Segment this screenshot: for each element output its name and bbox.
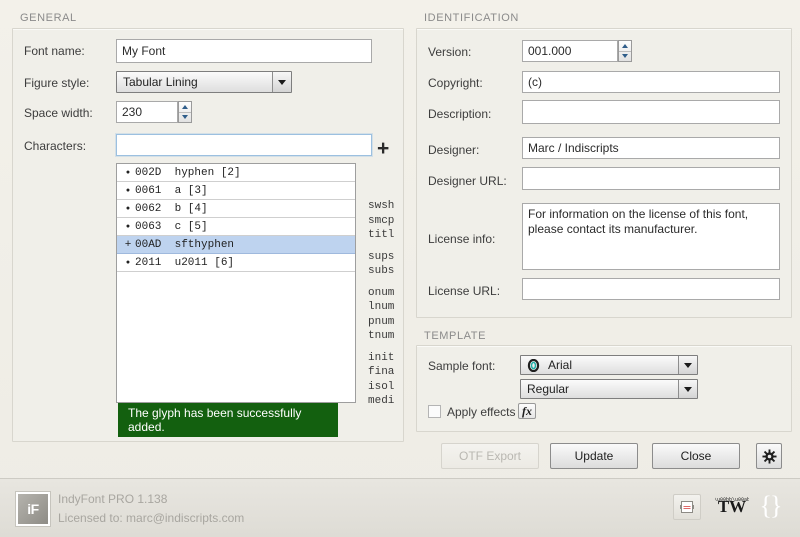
add-glyph-button[interactable]: + [377,138,389,159]
stepper-down-icon[interactable] [619,52,631,62]
glyph-list-item-label: 0061 a [3] [135,184,208,197]
font-name-label: Font name: [24,44,85,58]
product-version-text: IndyFont PRO 1.138 [58,492,168,506]
figure-style-value: Tabular Lining [123,75,198,89]
version-input[interactable] [522,40,618,62]
designer-label: Designer: [428,143,480,157]
glyph-list-item-label: 00AD sfthyphen [135,238,235,251]
feature-tag: onum [368,286,395,299]
glyph-list-item-label: 0063 c [5] [135,220,208,233]
glyph-list[interactable]: ● 002D hyphen [2] ● 0061 a [3] ● 0062 b [4] ● 0… [116,163,356,403]
effects-button[interactable]: fx [518,403,536,419]
sample-style-select[interactable]: Regular [520,379,698,399]
close-button[interactable]: Close [652,443,740,469]
section-title-template: TEMPLATE [424,330,487,342]
opentype-font-icon [526,358,540,372]
license-text: Licensed to: marc@indiscripts.com [58,511,245,525]
glyph-list-item[interactable]: ● 0061 a [3] [117,182,355,200]
feature-tag: swsh [368,200,395,212]
gear-icon [761,448,777,464]
feature-tag-column: swsh smcp titl sups subs onum lnum pnum tnum init… [368,199,394,409]
feature-tag: titl [368,229,395,241]
glyph-list-item[interactable]: +00AD sfthyphen [117,236,355,254]
license-url-input[interactable] [522,278,780,300]
section-title-general: GENERAL [20,12,77,24]
braces-icon[interactable]: {} [757,492,783,520]
characters-input[interactable] [116,134,372,156]
space-width-label: Space width: [24,106,93,120]
space-width-input[interactable] [116,101,178,123]
figure-style-select[interactable]: Tabular Lining [116,71,292,93]
sample-font-value: Arial [548,358,573,372]
license-url-label: License URL: [428,284,501,298]
stepper-down-icon[interactable] [179,113,191,123]
feature-tag: fina [368,366,395,378]
svg-text:\u00ab\u00bb\u00ab\u00bb: \u00ab\u00bb\u00ab\u00bb [715,497,749,503]
feature-tag: smcp [368,214,395,227]
feature-tag: tnum [368,330,395,342]
indyfont-logo: iF [16,492,50,526]
chevron-down-icon [678,380,697,398]
figure-style-label: Figure style: [24,76,90,90]
script-panel-icon[interactable] [673,494,701,520]
update-button[interactable]: Update [550,443,638,469]
otf-export-button[interactable]: OTF Export [441,443,539,469]
feature-tag-separator [368,279,394,286]
glyph-list-item[interactable]: ● 0062 b [4] [117,200,355,218]
description-label: Description: [428,107,492,121]
stepper-up-icon[interactable] [619,41,631,52]
sample-font-select[interactable]: Arial [520,355,698,375]
pending-marker-icon: + [124,238,132,251]
copyright-label: Copyright: [428,76,483,90]
stepper-up-icon[interactable] [179,102,191,113]
indyfont-window: GENERAL Font name: Figure style: Tabular… [0,0,800,537]
feature-tag-separator [368,344,394,351]
glyph-list-item[interactable]: ● 2011 u2011 [6] [117,254,355,272]
license-info-label: License info: [428,232,496,246]
feature-tag: lnum [368,301,395,313]
bullet-icon: ● [125,222,131,231]
indiscripts-tw-logo[interactable]: TW \u00ab\u00bb\u00ab\u00bb [715,494,749,518]
bullet-icon: ● [125,258,131,267]
bullet-icon: ● [125,186,131,195]
apply-effects-checkbox[interactable] [428,405,441,418]
chevron-down-icon [678,356,697,374]
status-message: The glyph has been successfully added. [118,403,338,437]
glyph-list-item-label: 2011 u2011 [6] [135,256,235,269]
space-width-stepper[interactable] [178,101,192,123]
feature-tag: sups [368,250,395,263]
apply-effects-label: Apply effects [447,405,516,419]
version-stepper[interactable] [618,40,632,62]
designer-url-label: Designer URL: [428,174,507,188]
font-name-input[interactable] [116,39,372,63]
feature-tag: subs [368,265,395,277]
glyph-list-item-label: 0062 b [4] [135,202,208,215]
version-label: Version: [428,45,472,59]
characters-label: Characters: [24,139,87,153]
sample-font-label: Sample font: [428,359,496,373]
braces-glyph: {} [759,491,783,520]
bullet-icon: ● [125,168,131,177]
glyph-list-item-label: 002D hyphen [2] [135,166,241,179]
bullet-icon: ● [125,204,131,213]
glyph-list-item[interactable]: ● 0063 c [5] [117,218,355,236]
feature-tag: init [368,351,395,364]
copyright-input[interactable] [522,71,780,93]
designer-input[interactable] [522,137,780,159]
feature-tag: medi [368,395,395,407]
chevron-down-icon [272,72,291,92]
glyph-list-item[interactable]: ● 002D hyphen [2] [117,164,355,182]
license-info-textarea[interactable] [522,203,780,270]
sample-style-value: Regular [527,382,570,396]
designer-url-input[interactable] [522,167,780,190]
feature-tag: pnum [368,315,395,328]
feature-tag-separator [368,243,394,250]
description-input[interactable] [522,100,780,124]
feature-tag: isol [368,380,395,393]
settings-button[interactable] [756,443,782,469]
section-title-identification: IDENTIFICATION [424,12,519,24]
